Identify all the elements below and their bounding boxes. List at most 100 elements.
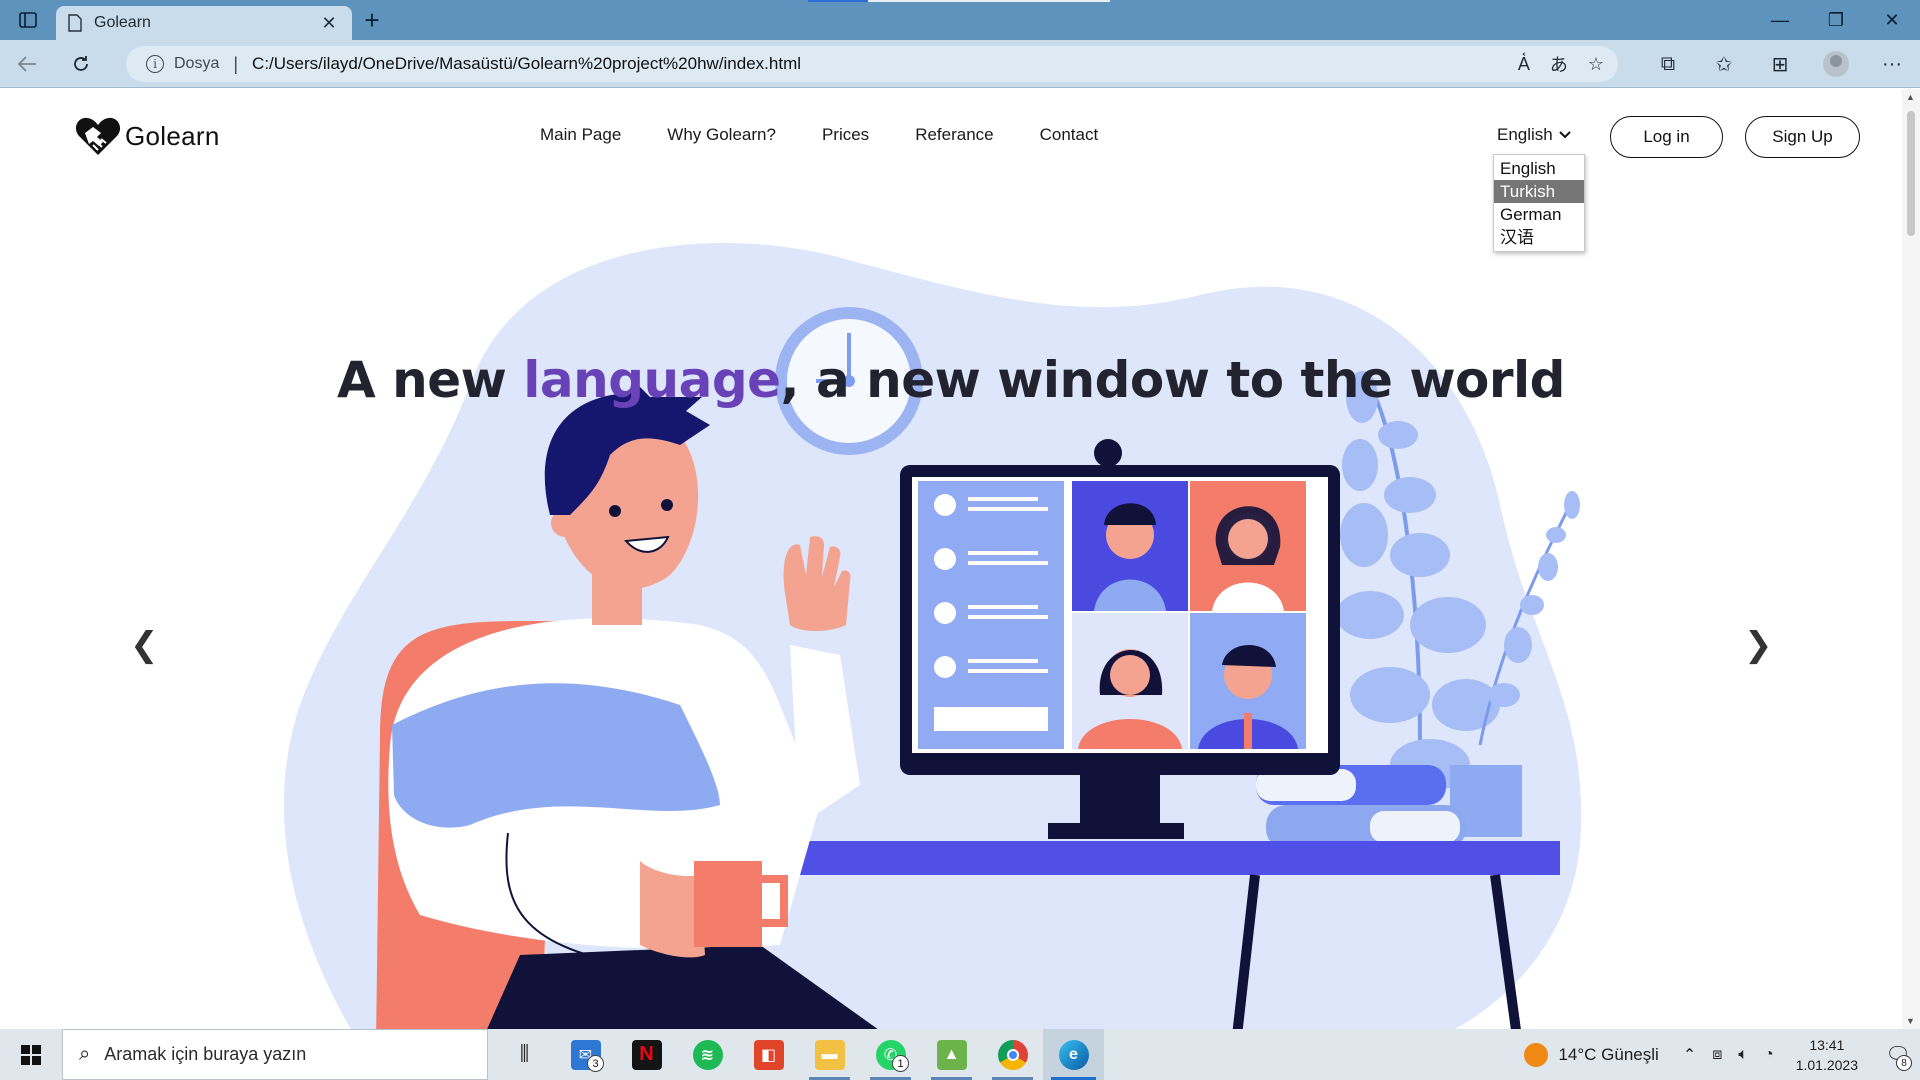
carousel-prev-arrow-icon[interactable]: ❮: [130, 625, 159, 665]
scroll-up-icon[interactable]: ▲: [1906, 92, 1915, 102]
hero-title-part1: A new: [337, 351, 524, 409]
carousel-next-arrow-icon[interactable]: ❯: [1744, 625, 1773, 665]
tab-actions-button[interactable]: [0, 0, 56, 40]
hero-title-accent: language: [523, 351, 781, 409]
whatsapp-app[interactable]: ✆ 1: [860, 1029, 921, 1080]
url-prefix: Dosya: [174, 55, 220, 72]
close-window-button[interactable]: ✕: [1864, 0, 1920, 40]
translate-icon[interactable]: あ: [1550, 51, 1568, 77]
collections-button[interactable]: ⊞: [1752, 40, 1808, 88]
favorites-icon: ✩: [1715, 53, 1733, 76]
window-controls: — ❐ ✕: [1752, 0, 1920, 40]
url-text[interactable]: C:/Users/ilayd/OneDrive/Masaüstü/Golearn…: [252, 54, 801, 74]
chrome-icon: [997, 1039, 1028, 1070]
books: [1256, 765, 1466, 849]
info-icon: i: [146, 55, 164, 73]
restore-button[interactable]: ❐: [1808, 0, 1864, 40]
site-info[interactable]: i Dosya: [146, 55, 219, 73]
nav-referance[interactable]: Referance: [915, 125, 993, 145]
page-scrollbar[interactable]: ▲ ▼: [1902, 89, 1920, 1029]
drag-indicator: [808, 0, 868, 2]
notification-count: 8: [1896, 1055, 1912, 1071]
chevron-down-icon: [1559, 131, 1571, 139]
page-icon: [68, 14, 82, 32]
refresh-button[interactable]: [54, 40, 108, 88]
nav-prices[interactable]: Prices: [822, 125, 869, 145]
nav-main-page[interactable]: Main Page: [540, 125, 621, 145]
search-placeholder: Aramak için buraya yazın: [104, 1044, 307, 1064]
hero-carousel: A new language, a new window to the worl…: [0, 185, 1902, 1029]
language-option-chinese[interactable]: 汉语: [1494, 226, 1584, 249]
sun-icon: [1524, 1042, 1549, 1067]
hero-title-part2: , a new window to the world: [780, 351, 1566, 409]
notification-center-button[interactable]: 🗨︎ 8: [1876, 1029, 1920, 1080]
favorites-button[interactable]: ✩: [1696, 40, 1752, 88]
language-option-english[interactable]: English: [1494, 157, 1584, 180]
taskbar-apps: ⫼ ✉ 3 N ≋ ◧ ▬ ✆ 1 ▲ e: [494, 1029, 1104, 1080]
brand-logo[interactable]: Golearn: [75, 115, 220, 157]
spotify-app[interactable]: ≋: [677, 1029, 738, 1080]
whatsapp-badge: 1: [892, 1055, 909, 1072]
url-bar-icons: A᷾ あ ☆: [1518, 46, 1604, 82]
netflix-app[interactable]: N: [616, 1029, 677, 1080]
image-app[interactable]: ▲: [921, 1029, 982, 1080]
refresh-icon: [74, 55, 88, 71]
language-select[interactable]: English: [1497, 125, 1571, 145]
task-view-button[interactable]: ⫼: [494, 1029, 555, 1080]
image-icon: ▲: [936, 1039, 967, 1070]
scroll-thumb[interactable]: [1907, 111, 1915, 236]
extensions-button[interactable]: ⧉: [1640, 40, 1696, 88]
nav-contact[interactable]: Contact: [1040, 125, 1099, 145]
mail-app[interactable]: ✉ 3: [555, 1029, 616, 1080]
file-explorer-app[interactable]: ▬: [799, 1029, 860, 1080]
read-aloud-icon[interactable]: A᷾: [1518, 54, 1530, 75]
handshake-heart-icon: [75, 117, 121, 155]
weather-text: 14°C Güneşli: [1558, 1044, 1659, 1064]
clock-date: 1.01.2023: [1795, 1056, 1858, 1073]
windows-taskbar: ⌕ Aramak için buraya yazın ⫼ ✉ 3 N ≋ ◧ ▬…: [0, 1029, 1920, 1080]
taskbar-search[interactable]: ⌕ Aramak için buraya yazın: [62, 1029, 488, 1080]
weather-widget[interactable]: 14°C Güneşli: [1524, 1042, 1659, 1067]
more-menu-button[interactable]: ···: [1864, 40, 1920, 88]
add-favorite-icon[interactable]: ☆: [1588, 54, 1604, 75]
url-separator: |: [233, 53, 239, 74]
close-tab-icon[interactable]: ✕: [318, 13, 340, 34]
clock[interactable]: 13:41 1.01.2023: [1796, 1035, 1858, 1075]
scroll-down-icon[interactable]: ▼: [1906, 1016, 1915, 1026]
clock-time: 13:41: [1809, 1036, 1845, 1053]
search-icon: ⌕: [79, 1043, 91, 1065]
office-icon: ◧: [753, 1039, 784, 1070]
language-option-turkish[interactable]: Turkish: [1494, 180, 1584, 203]
system-tray: 14°C Güneşli ⌃ ⧈ 🔈︎ ◔ 13:41 1.01.2023 🗨︎…: [1524, 1029, 1920, 1080]
office-app[interactable]: ◧: [738, 1029, 799, 1080]
meet-icon[interactable]: ⧈: [1712, 1046, 1722, 1064]
url-bar[interactable]: i Dosya | C:/Users/ilayd/OneDrive/Masaüs…: [126, 46, 1618, 82]
language-dropdown: English Turkish German 汉语: [1493, 154, 1585, 252]
profile-button[interactable]: [1808, 40, 1864, 88]
web-page: Golearn Main Page Why Golearn? Prices Re…: [0, 89, 1902, 1029]
back-arrow-icon: [17, 55, 36, 72]
signup-button[interactable]: Sign Up: [1745, 116, 1860, 158]
edge-icon: e: [1058, 1039, 1089, 1070]
nav-why-golearn[interactable]: Why Golearn?: [667, 125, 776, 145]
hero-title: A new language, a new window to the worl…: [0, 351, 1902, 409]
back-button[interactable]: [0, 40, 54, 88]
language-selected: English: [1497, 125, 1553, 144]
minimize-button[interactable]: —: [1752, 0, 1808, 40]
volume-icon[interactable]: 🔈︎: [1738, 1046, 1748, 1064]
drag-indicator-light: [868, 0, 1110, 2]
spotify-icon: ≋: [692, 1039, 723, 1070]
main-nav: Main Page Why Golearn? Prices Referance …: [540, 125, 1098, 145]
language-option-german[interactable]: German: [1494, 203, 1584, 226]
edge-app[interactable]: e: [1043, 1029, 1104, 1080]
chrome-app[interactable]: [982, 1029, 1043, 1080]
chevron-up-icon[interactable]: ⌃: [1683, 1045, 1696, 1065]
start-button[interactable]: [0, 1029, 62, 1080]
hero-illustration: [283, 243, 1581, 1029]
browser-tab-bar: Golearn ✕ + — ❐ ✕: [0, 0, 1920, 40]
login-button[interactable]: Log in: [1610, 116, 1723, 158]
mail-badge: 3: [587, 1055, 604, 1072]
new-tab-button[interactable]: +: [352, 0, 392, 40]
browser-tab[interactable]: Golearn ✕: [56, 6, 352, 40]
wifi-icon[interactable]: ◔: [1764, 1046, 1774, 1064]
